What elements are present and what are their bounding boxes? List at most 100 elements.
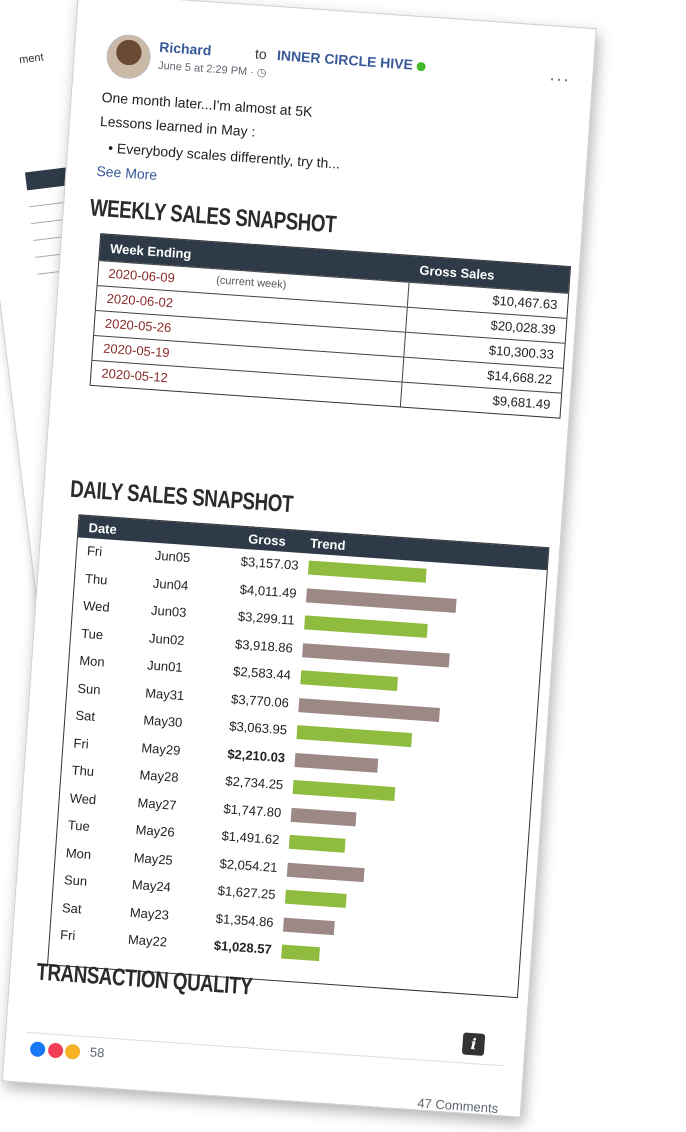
weekly-sales-table: Week Ending Gross Sales 2020-06-09 (curr… (89, 233, 572, 419)
day-label: Fri (86, 543, 103, 560)
date-label: Jun04 (152, 575, 189, 593)
gross-value: $2,734.25 (224, 773, 284, 793)
week-date: 2020-06-09 (107, 265, 176, 286)
week-date: 2020-06-02 (106, 290, 174, 311)
date-label: May22 (127, 931, 168, 950)
day-label: Thu (71, 762, 95, 780)
date-header: Date (88, 520, 118, 537)
gross-value: $4,011.49 (239, 581, 298, 601)
day-label: Sun (76, 680, 102, 697)
gross-value: $2,054.21 (219, 855, 278, 875)
reaction-count: 58 (89, 1044, 105, 1061)
trend-bar (306, 587, 457, 613)
gross-value: $1,627.25 (217, 882, 277, 902)
love-icon (46, 1041, 65, 1060)
trend-bar (284, 889, 347, 908)
gross-value: $1,028.57 (213, 937, 273, 957)
week-date: 2020-05-19 (102, 340, 171, 361)
group-link[interactable]: INNER CIRCLE HIVE (277, 47, 427, 73)
date-label: May24 (131, 876, 172, 895)
week-gross: $14,668.22 (486, 367, 553, 387)
day-label: Mon (65, 844, 92, 862)
gross-header: Gross (247, 531, 287, 549)
gross-value: $3,157.03 (240, 553, 300, 573)
like-icon (28, 1040, 47, 1059)
day-label: Thu (84, 570, 109, 587)
group-name: INNER CIRCLE HIVE (276, 47, 414, 73)
trend-header: Trend (309, 535, 346, 553)
background-fragment-text: ment (18, 51, 45, 67)
gross-value: $3,770.06 (230, 690, 290, 710)
current-week-note: (current week) (215, 274, 287, 292)
daily-sales-table: Date Gross Trend Fri Jun05 $3,157.03 Thu Jun… (47, 514, 550, 999)
trend-bar (290, 807, 357, 826)
daily-rows: Fri Jun05 $3,157.03 Thu Jun04 $4,011.49 Wed Jun… (49, 537, 547, 981)
post-author-link[interactable]: Richard (159, 39, 212, 59)
day-label: Sat (61, 899, 83, 916)
gross-value: $3,918.86 (234, 636, 294, 656)
trend-bar (292, 779, 396, 802)
info-icon[interactable]: i (461, 1032, 486, 1056)
trend-bar (296, 725, 413, 748)
comments-count-link[interactable]: 47 Comments (417, 1095, 499, 1116)
date-label: May30 (142, 712, 183, 731)
week-gross: $9,681.49 (492, 392, 551, 412)
reactions-summary[interactable]: 58 (28, 1040, 105, 1062)
avatar[interactable] (105, 33, 153, 81)
week-gross: $10,300.33 (488, 342, 555, 363)
date-label: May23 (129, 904, 170, 923)
daily-sales-title: DAILY SALES SNAPSHOT (69, 475, 294, 519)
weekly-sales-title: WEEKLY SALES SNAPSHOT (89, 194, 337, 239)
day-label: Fri (73, 735, 90, 752)
trend-bar (304, 615, 428, 638)
trend-bar (282, 917, 335, 935)
date-label: Jun03 (150, 602, 187, 621)
date-label: May26 (135, 822, 176, 840)
date-label: May27 (137, 794, 178, 813)
day-label: Wed (82, 597, 111, 615)
gross-value: $2,210.03 (226, 745, 286, 765)
day-label: Sun (63, 872, 88, 889)
trend-bar (302, 642, 450, 668)
week-date: 2020-05-26 (104, 315, 172, 336)
week-gross: $10,467.63 (491, 292, 558, 313)
see-more-link[interactable]: See More (96, 163, 158, 183)
date-label: Jun02 (148, 630, 186, 648)
trend-bar (281, 944, 320, 962)
day-label: Mon (78, 652, 106, 670)
week-date: 2020-05-12 (100, 365, 169, 386)
date-label: Jun01 (146, 657, 184, 675)
post-timestamp[interactable]: June 5 at 2:29 PM · ◷ (158, 59, 267, 80)
gross-sales-header: Gross Sales (418, 262, 495, 283)
gross-value: $3,063.95 (228, 718, 288, 738)
day-label: Sat (75, 707, 96, 724)
date-label: May29 (140, 739, 181, 758)
date-label: May28 (139, 767, 180, 785)
gross-value: $2,583.44 (232, 663, 292, 683)
trend-bar (307, 560, 427, 583)
date-label: May25 (133, 849, 174, 868)
more-options-button[interactable]: ··· (548, 68, 570, 90)
wow-icon (63, 1042, 82, 1061)
column-divider (403, 332, 407, 357)
trend-bar (286, 862, 365, 882)
post-text-line: Lessons learned in May : (99, 112, 256, 140)
trend-bar (288, 834, 346, 853)
column-divider (399, 382, 403, 407)
date-label: Jun05 (154, 547, 191, 566)
column-divider (406, 282, 410, 307)
gross-value: $3,299.11 (237, 608, 296, 628)
gross-value: $1,491.62 (221, 828, 280, 848)
group-badge-icon (416, 61, 427, 72)
day-label: Wed (69, 789, 97, 807)
date-label: May31 (144, 684, 185, 703)
week-ending-header: Week Ending (109, 240, 192, 262)
week-gross: $20,028.39 (490, 317, 557, 338)
gross-value: $1,747.80 (223, 800, 282, 820)
trend-bar (300, 670, 398, 691)
day-label: Tue (80, 625, 104, 642)
column-divider (401, 357, 405, 382)
day-label: Fri (59, 927, 76, 944)
to-label: to (254, 45, 268, 63)
gross-value: $1,354.86 (215, 910, 275, 930)
